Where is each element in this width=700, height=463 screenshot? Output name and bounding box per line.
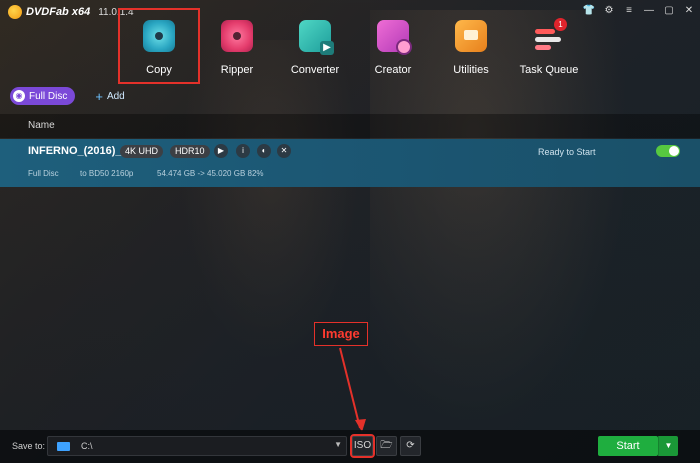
nav-converter[interactable]: Converter xyxy=(276,10,354,82)
row-target[interactable]: to BD50 2160p xyxy=(80,169,133,178)
column-name-header: Name xyxy=(28,120,55,131)
task-row[interactable]: INFERNO_(2016)_ 4K UHD HDR10 ▶ i ◐ ✕ Rea… xyxy=(0,139,700,187)
save-path-value: C:\ xyxy=(81,441,93,451)
row-mode: Full Disc xyxy=(28,169,59,178)
open-folder-icon: 🗁 xyxy=(380,440,393,451)
nav-task-queue[interactable]: 1 Task Queue xyxy=(510,10,588,82)
remove-icon[interactable]: ✕ xyxy=(277,144,291,158)
converter-icon xyxy=(299,20,334,55)
nav-converter-label: Converter xyxy=(290,64,340,76)
row-status: Ready to Start xyxy=(538,147,596,157)
task-count-badge: 1 xyxy=(554,18,567,31)
browse-folder-button[interactable]: 🗁 xyxy=(376,436,397,456)
ripper-icon xyxy=(221,20,253,52)
audio-subtitle-icon[interactable]: ◐ xyxy=(257,144,271,158)
close-icon[interactable]: ✕ xyxy=(682,3,696,17)
row-title: INFERNO_(2016)_ xyxy=(28,145,122,157)
minimize-icon[interactable]: — xyxy=(642,3,656,17)
module-nav: Copy Ripper Converter Creator Utilities … xyxy=(118,8,588,84)
nav-ripper-label: Ripper xyxy=(220,64,254,76)
start-button[interactable]: Start xyxy=(598,436,658,456)
plus-icon: + xyxy=(95,88,103,104)
task-queue-icon: 1 xyxy=(533,18,567,52)
bottom-bar: Save to: C:\ ▼ ISO 🗁 ⟳ Start ▼ xyxy=(0,430,700,463)
nav-copy-label: Copy xyxy=(146,64,172,76)
save-to-label: Save to: xyxy=(12,441,46,451)
row-size: 54.474 GB -> 45.020 GB 82% xyxy=(157,169,264,178)
start-options-button[interactable]: ▼ xyxy=(658,436,678,456)
chevron-down-icon: ▼ xyxy=(664,441,673,450)
utilities-icon xyxy=(455,20,487,52)
mode-bar: ◉ Full Disc + Add xyxy=(10,87,125,105)
nav-creator-label: Creator xyxy=(374,64,412,76)
save-path-dropdown[interactable]: C:\ ▼ xyxy=(47,436,347,456)
window-controls: 👕 ⚙ ≡ — ▢ ✕ xyxy=(582,3,696,17)
menu-icon[interactable]: ≡ xyxy=(622,3,636,17)
uhd-badge: 4K UHD xyxy=(120,145,164,158)
refresh-button[interactable]: ⟳ xyxy=(400,436,421,456)
mode-label: Full Disc xyxy=(29,90,68,102)
settings-icon[interactable]: ⚙ xyxy=(602,3,616,17)
play-icon[interactable]: ▶ xyxy=(214,144,228,158)
nav-utilities-label: Utilities xyxy=(453,64,489,76)
dvdfab-logo-icon xyxy=(8,5,22,19)
chevron-down-icon: ▼ xyxy=(334,440,342,449)
mode-selector-button[interactable]: ◉ Full Disc xyxy=(10,87,76,105)
list-header: Name xyxy=(0,114,700,138)
info-icon[interactable]: i xyxy=(236,144,250,158)
add-label: Add xyxy=(106,90,125,102)
nav-ripper[interactable]: Ripper xyxy=(198,10,276,82)
maximize-icon[interactable]: ▢ xyxy=(662,3,676,17)
row-enable-toggle[interactable] xyxy=(656,145,680,157)
nav-task-queue-label: Task Queue xyxy=(519,64,579,76)
save-as-image-button[interactable]: ISO xyxy=(350,434,375,458)
nav-creator[interactable]: Creator xyxy=(354,10,432,82)
app-name: DVDFab x64 xyxy=(26,6,91,18)
iso-image-icon: ISO xyxy=(353,440,372,451)
mode-disc-icon: ◉ xyxy=(13,90,25,102)
nav-copy[interactable]: Copy xyxy=(118,8,200,84)
refresh-icon: ⟳ xyxy=(406,440,415,451)
folder-icon xyxy=(57,442,70,451)
annotation-label: Image xyxy=(314,322,368,346)
creator-icon xyxy=(377,20,412,55)
hdr10-badge: HDR10 xyxy=(170,145,210,158)
nav-utilities[interactable]: Utilities xyxy=(432,10,510,82)
copy-icon xyxy=(143,20,175,52)
add-button[interactable]: + Add xyxy=(95,89,124,104)
